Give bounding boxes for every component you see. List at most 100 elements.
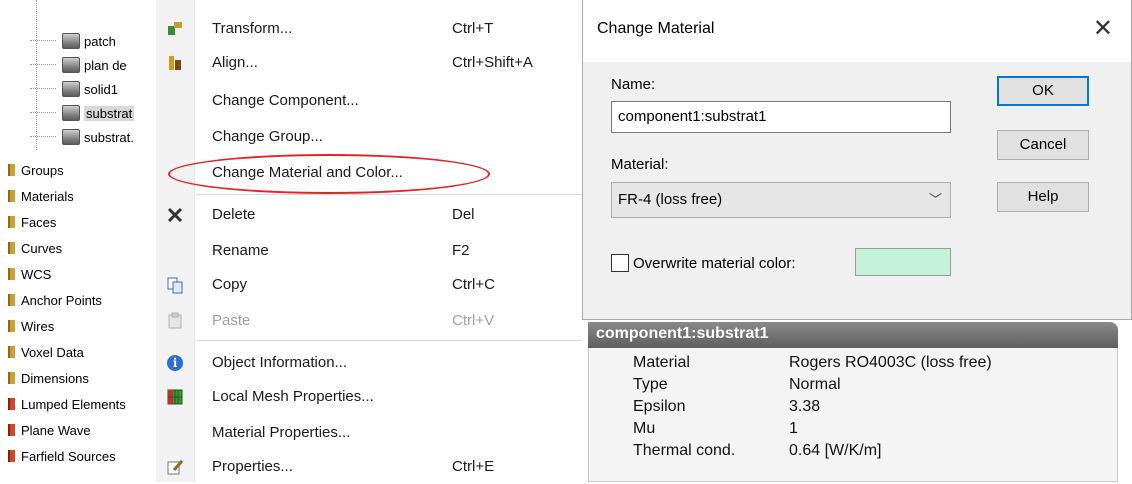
menu-item-shortcut: F2 (452, 242, 470, 259)
property-key: Type (633, 376, 668, 393)
property-value: 0.64 [W/K/m] (789, 442, 882, 459)
tree-folder-label: Dimensions (21, 370, 89, 386)
menu-item-object-information[interactable]: i Object Information... (156, 346, 582, 380)
menu-item-local-mesh-properties[interactable]: Local Mesh Properties... (156, 380, 582, 414)
tree-folder-label: Faces (21, 214, 57, 230)
tree-folder-dimensions[interactable]: Dimensions (8, 368, 89, 388)
change-material-dialog: Change Material ✕ Name: component1:subst… (582, 0, 1132, 320)
object-properties-panel: component1:substrat1 Material Rogers RO4… (588, 322, 1118, 482)
menu-item-transform[interactable]: Transform... Ctrl+T (156, 12, 582, 46)
menu-item-label: Paste (212, 312, 251, 329)
menu-item-paste[interactable]: Paste Ctrl+V (156, 304, 582, 338)
solid-icon (62, 81, 80, 97)
help-button[interactable]: Help (997, 182, 1089, 212)
tree-item-substrat[interactable]: substrat. (30, 126, 134, 148)
folder-icon (8, 346, 15, 358)
folder-icon (8, 320, 15, 332)
tree-folder-voxel-data[interactable]: Voxel Data (8, 342, 84, 362)
material-select[interactable]: FR-4 (loss free) ﹀ (611, 182, 951, 218)
folder-icon (8, 216, 15, 228)
material-label: Material: (611, 156, 669, 173)
name-label: Name: (611, 76, 656, 93)
solid-icon (62, 33, 80, 49)
ok-button[interactable]: OK (997, 76, 1089, 106)
folder-icon (8, 424, 15, 436)
name-field[interactable]: component1:substrat1 (611, 101, 951, 133)
mesh-icon (166, 388, 184, 406)
tree-folder-curves[interactable]: Curves (8, 238, 62, 258)
tree-folder-label: Voxel Data (21, 344, 84, 360)
solid-icon (62, 129, 80, 145)
menu-item-label: Copy (212, 276, 248, 293)
tree-item-substrat-selected[interactable]: substrat (30, 102, 135, 124)
menu-item-label: Transform... (212, 20, 293, 37)
tree-item-label: plan de (84, 57, 127, 73)
edit-icon (166, 458, 184, 476)
properties-body: Material Rogers RO4003C (loss free) Type… (588, 348, 1118, 482)
folder-icon (8, 294, 15, 306)
tree-folder-wcs[interactable]: WCS (8, 264, 51, 284)
tree-item-patch[interactable]: patch (30, 30, 116, 52)
menu-item-label: Delete (212, 206, 256, 223)
tree-folder-label: Anchor Points (21, 292, 102, 308)
tree-folder-label: WCS (21, 266, 52, 282)
tree-folder-plane-wave[interactable]: Plane Wave (8, 420, 91, 440)
folder-icon (8, 268, 15, 280)
tree-item-label: substrat (84, 105, 135, 121)
tree-branch-line (30, 64, 56, 66)
tree-branch-line (30, 40, 56, 42)
tree-folder-anchor-points[interactable]: Anchor Points (8, 290, 102, 310)
dialog-titlebar: Change Material ✕ (583, 0, 1131, 62)
tree-folder-lumped-elements[interactable]: Lumped Elements (8, 394, 126, 414)
tree-branch-line (30, 136, 56, 138)
tree-folder-wires[interactable]: Wires (8, 316, 54, 336)
menu-item-label: Change Material and Color... (212, 164, 403, 181)
menu-item-align[interactable]: Align... Ctrl+Shift+A (156, 46, 582, 80)
menu-item-change-material-and-color[interactable]: Change Material and Color... (156, 156, 582, 190)
tree-folder-label: Lumped Elements (21, 396, 126, 412)
overwrite-color-label: Overwrite material color: (633, 255, 796, 272)
menu-item-change-component[interactable]: Change Component... (156, 84, 582, 118)
delete-x-icon (166, 206, 184, 224)
color-swatch-button[interactable] (855, 248, 951, 276)
menu-item-shortcut: Ctrl+E (452, 458, 495, 475)
chevron-down-icon: ﹀ (928, 192, 942, 207)
tree-folder-groups[interactable]: Groups (8, 160, 64, 180)
tree-folder-label: Plane Wave (21, 422, 91, 438)
material-select-value: FR-4 (loss free) (618, 191, 723, 208)
property-value: Normal (789, 376, 841, 393)
solid-icon (62, 105, 80, 121)
menu-item-material-properties[interactable]: Material Properties... (156, 416, 582, 450)
properties-title: component1:substrat1 (596, 325, 769, 342)
close-icon[interactable]: ✕ (1093, 14, 1113, 42)
menu-item-delete[interactable]: Delete Del (156, 198, 582, 232)
property-row: Type Normal (589, 376, 1119, 398)
tree-item-plan-de[interactable]: plan de (30, 54, 127, 76)
menu-item-label: Change Component... (212, 92, 359, 109)
property-value: 1 (789, 420, 798, 437)
menu-item-copy[interactable]: Copy Ctrl+C (156, 268, 582, 302)
folder-icon (8, 164, 15, 176)
property-row: Mu 1 (589, 420, 1119, 442)
folder-icon (8, 398, 15, 410)
menu-item-shortcut: Ctrl+C (452, 276, 495, 293)
tree-branch-line (30, 112, 56, 114)
folder-icon (8, 372, 15, 384)
menu-item-properties[interactable]: Properties... Ctrl+E (156, 450, 582, 484)
menu-item-rename[interactable]: Rename F2 (156, 234, 582, 268)
property-row: Material Rogers RO4003C (loss free) (589, 354, 1119, 376)
align-icon (166, 54, 184, 72)
tree-folder-label: Wires (21, 318, 55, 334)
tree-item-solid1[interactable]: solid1 (30, 78, 118, 100)
cancel-button[interactable]: Cancel (997, 130, 1089, 160)
tree-folder-materials[interactable]: Materials (8, 186, 74, 206)
tree-folder-farfield-sources[interactable]: Farfield Sources (8, 446, 116, 466)
overwrite-color-checkbox[interactable] (611, 254, 629, 272)
tree-item-label: patch (84, 33, 116, 49)
menu-item-change-group[interactable]: Change Group... (156, 120, 582, 154)
dialog-title: Change Material (597, 20, 715, 37)
tree-folder-faces[interactable]: Faces (8, 212, 56, 232)
navigation-tree: patch plan de solid1 substrat substrat. … (0, 0, 156, 482)
menu-item-label: Align... (212, 54, 258, 71)
menu-item-shortcut: Ctrl+T (452, 20, 494, 37)
